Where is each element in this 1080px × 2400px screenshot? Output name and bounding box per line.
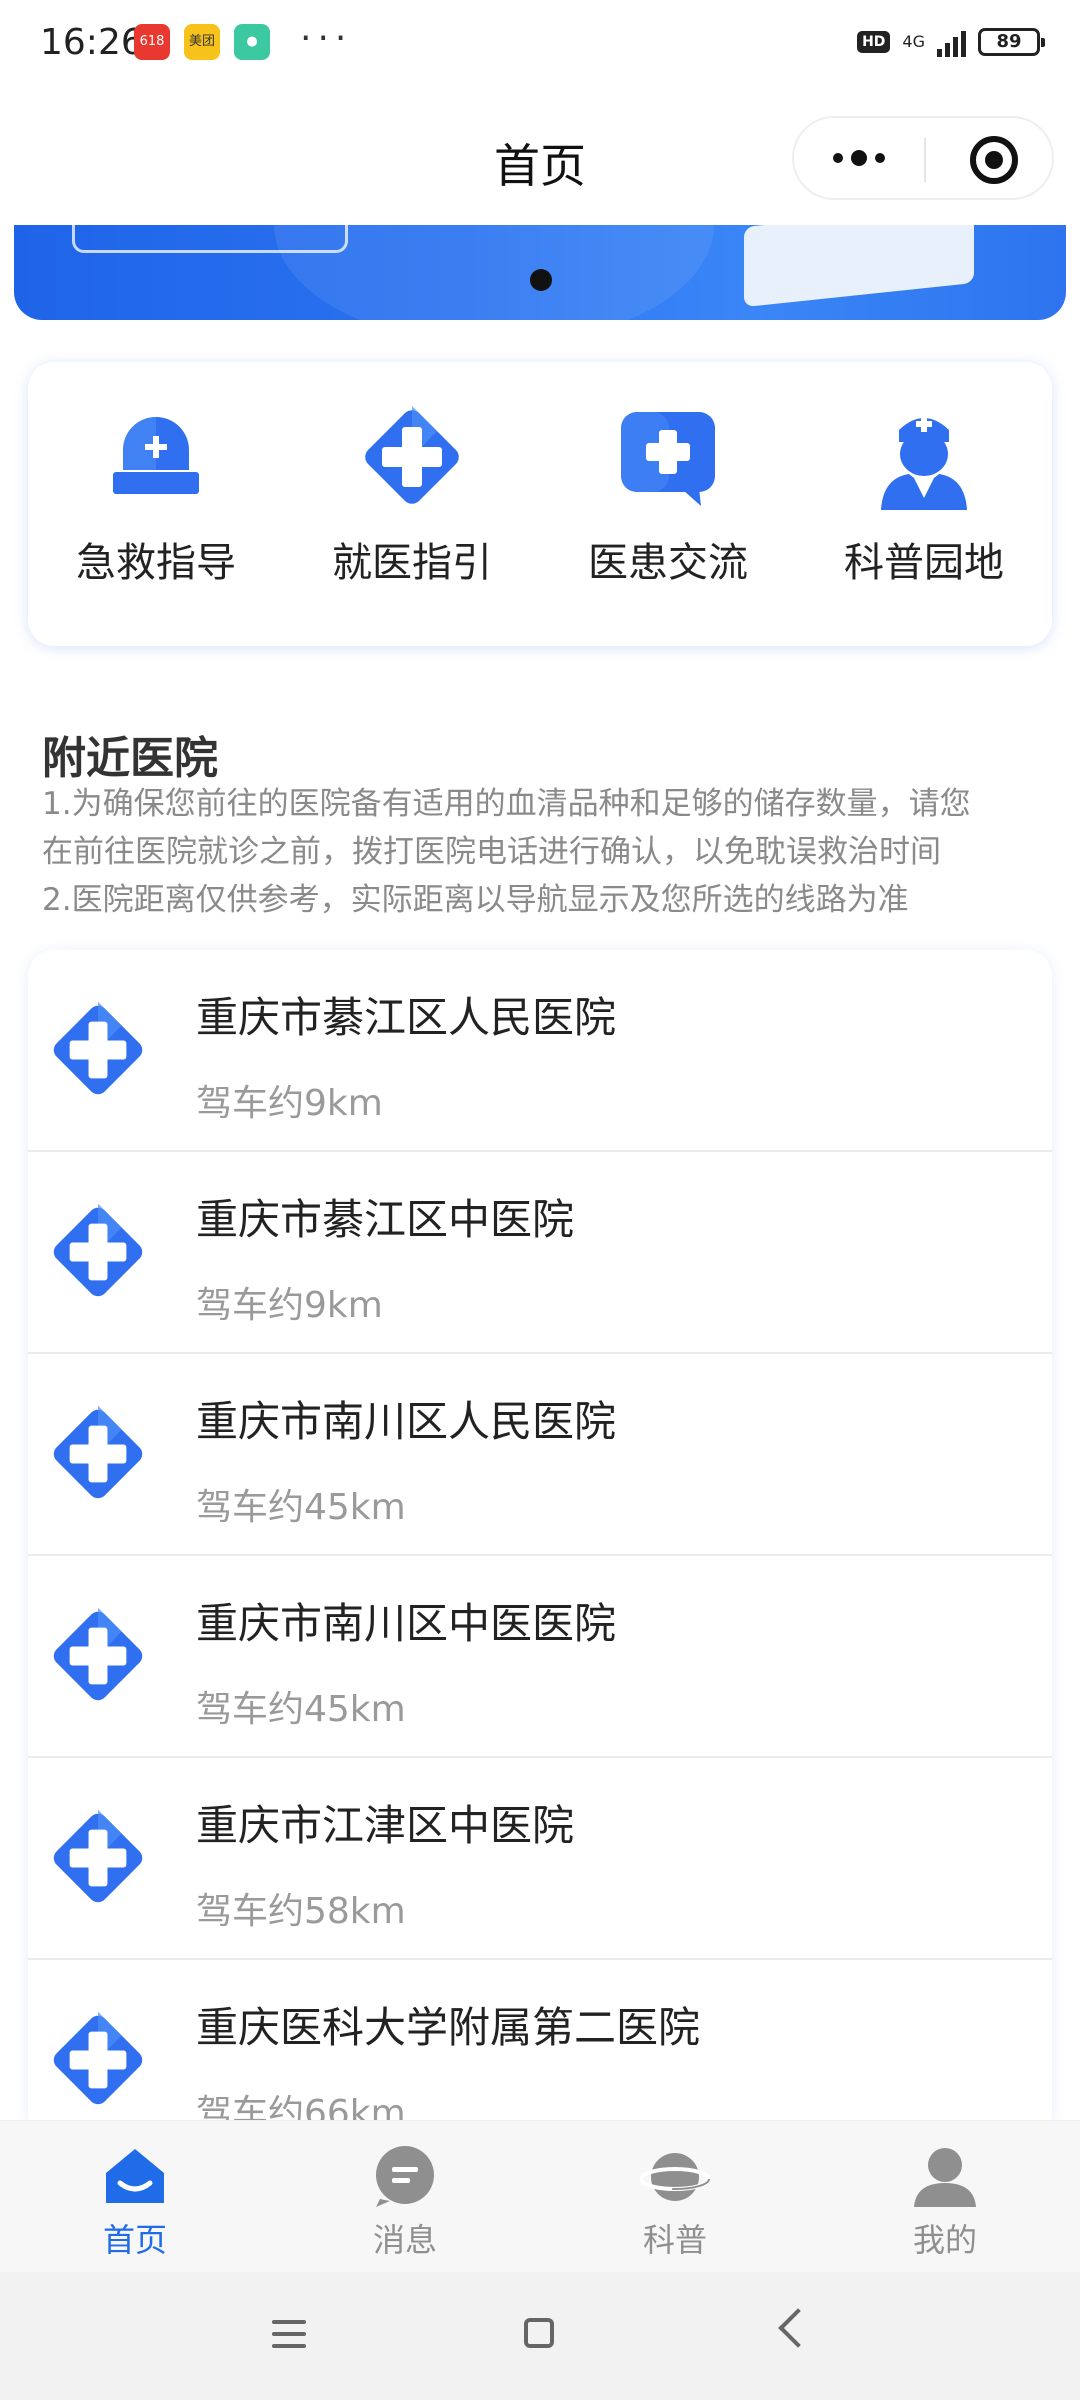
status-more-dots: ···: [300, 18, 353, 59]
quick-item-label: 急救指导: [76, 540, 236, 586]
quick-item-label: 就医指引: [332, 540, 492, 586]
tab-science[interactable]: 科普: [540, 2143, 810, 2261]
section-title-nearby: 附近医院: [42, 733, 218, 784]
hospital-distance: 驾车约45km: [196, 1689, 406, 1730]
battery-icon: 89: [978, 28, 1045, 56]
hospital-name: 重庆市江津区中医院: [196, 1801, 575, 1850]
hospital-item[interactable]: 重庆市南川区人民医院 驾车约45km: [28, 1354, 1052, 1556]
hospital-list[interactable]: 重庆市綦江区人民医院 驾车约9km 重庆市綦江区中医院 驾车约9km 重庆市南川…: [28, 950, 1052, 2120]
hospital-item[interactable]: 重庆市綦江区中医院 驾车约9km: [28, 1152, 1052, 1354]
hospital-item[interactable]: 重庆市綦江区人民医院 驾车约9km: [28, 950, 1052, 1152]
hospital-name: 重庆市南川区中医医院: [196, 1599, 617, 1648]
home-icon: [100, 2143, 170, 2209]
quick-menu-card: 急救指导 就医指引 医患交流 科普园地: [28, 362, 1052, 646]
banner-carousel[interactable]: [14, 225, 1066, 320]
meituan-icon: 美团: [184, 24, 220, 60]
medical-cross-icon: [357, 402, 467, 512]
tab-label: 消息: [372, 2221, 437, 2259]
hospital-cross-icon: [53, 2011, 143, 2105]
planet-icon: [639, 2143, 711, 2209]
hospital-distance: 驾车约9km: [196, 1285, 383, 1326]
hospital-item[interactable]: 重庆市南川区中医医院 驾车约45km: [28, 1556, 1052, 1758]
notice-line: 在前往医院就诊之前，拨打医院电话进行确认，以免耽误救治时间: [42, 834, 941, 870]
carousel-indicator[interactable]: [530, 269, 552, 291]
nav-bar: 首页: [0, 90, 1080, 225]
hospital-cross-icon: [53, 1203, 143, 1297]
close-miniprogram-button[interactable]: [970, 136, 1018, 184]
capsule-divider: [924, 138, 926, 182]
tab-messages[interactable]: 消息: [270, 2143, 540, 2261]
banner-computer-illustration: [744, 225, 974, 308]
back-button[interactable]: [778, 2308, 818, 2348]
hospital-item[interactable]: 重庆医科大学附属第二医院 驾车约66km: [28, 1960, 1052, 2120]
hospital-cross-icon: [53, 1607, 143, 1701]
quick-item-guide[interactable]: 就医指引: [284, 402, 540, 588]
banner-button[interactable]: [72, 225, 348, 253]
miniprogram-capsule: [792, 116, 1054, 200]
hospital-name: 重庆市綦江区人民医院: [196, 993, 617, 1042]
hospital-distance: 驾车约58km: [196, 1891, 406, 1932]
tab-profile[interactable]: 我的: [810, 2143, 1080, 2261]
quick-item-first-aid[interactable]: 急救指导: [28, 402, 284, 588]
more-menu-button[interactable]: [824, 138, 894, 178]
quick-item-label: 医患交流: [588, 540, 748, 586]
hospital-cross-icon: [53, 1809, 143, 1903]
hospital-cross-icon: [53, 1405, 143, 1499]
alarm-light-icon: [101, 402, 211, 512]
tab-label: 首页: [102, 2221, 167, 2259]
nurse-icon: [869, 402, 979, 512]
system-nav-bar: [0, 2272, 1080, 2400]
hospital-name: 重庆市綦江区中医院: [196, 1195, 575, 1244]
tab-home[interactable]: 首页: [0, 2143, 270, 2261]
hospital-distance: 驾车约66km: [196, 2093, 406, 2120]
message-icon: [370, 2143, 440, 2209]
status-time: 16:26: [40, 22, 144, 63]
network-type: 4G: [902, 32, 925, 51]
notice-line: 2.医院距离仅供参考，实际距离以导航显示及您所选的线路为准: [42, 882, 909, 918]
hospital-name: 重庆医科大学附属第二医院: [196, 2003, 701, 2052]
hd-badge: HD: [857, 31, 891, 53]
app-618-icon: 618: [134, 24, 170, 60]
bottom-tab-bar: 首页 消息 科普 我的: [0, 2120, 1080, 2273]
home-button[interactable]: [524, 2318, 554, 2348]
recent-apps-button[interactable]: [272, 2320, 306, 2356]
status-bar: 16:26 618 美团 ● ··· HD 4G 89: [0, 0, 1080, 90]
hospital-cross-icon: [53, 1001, 143, 1095]
hospital-distance: 驾车约9km: [196, 1083, 383, 1124]
tab-label: 科普: [642, 2221, 707, 2259]
quick-item-label: 科普园地: [844, 540, 1004, 586]
quick-item-science[interactable]: 科普园地: [796, 402, 1052, 588]
signal-icon: [937, 27, 966, 57]
hospital-distance: 驾车约45km: [196, 1487, 406, 1528]
chat-cross-icon: [613, 402, 723, 512]
nearby-notice: 1.为确保您前往的医院备有适用的血清品种和足够的储存数量，请您 在前往医院就诊之…: [42, 780, 1052, 924]
app-green-icon: ●: [234, 24, 270, 60]
notice-line: 1.为确保您前往的医院备有适用的血清品种和足够的储存数量，请您: [42, 786, 971, 822]
tab-label: 我的: [912, 2221, 977, 2259]
quick-item-chat[interactable]: 医患交流: [540, 402, 796, 588]
hospital-item[interactable]: 重庆市江津区中医院 驾车约58km: [28, 1758, 1052, 1960]
user-icon: [910, 2143, 980, 2209]
hospital-name: 重庆市南川区人民医院: [196, 1397, 617, 1446]
